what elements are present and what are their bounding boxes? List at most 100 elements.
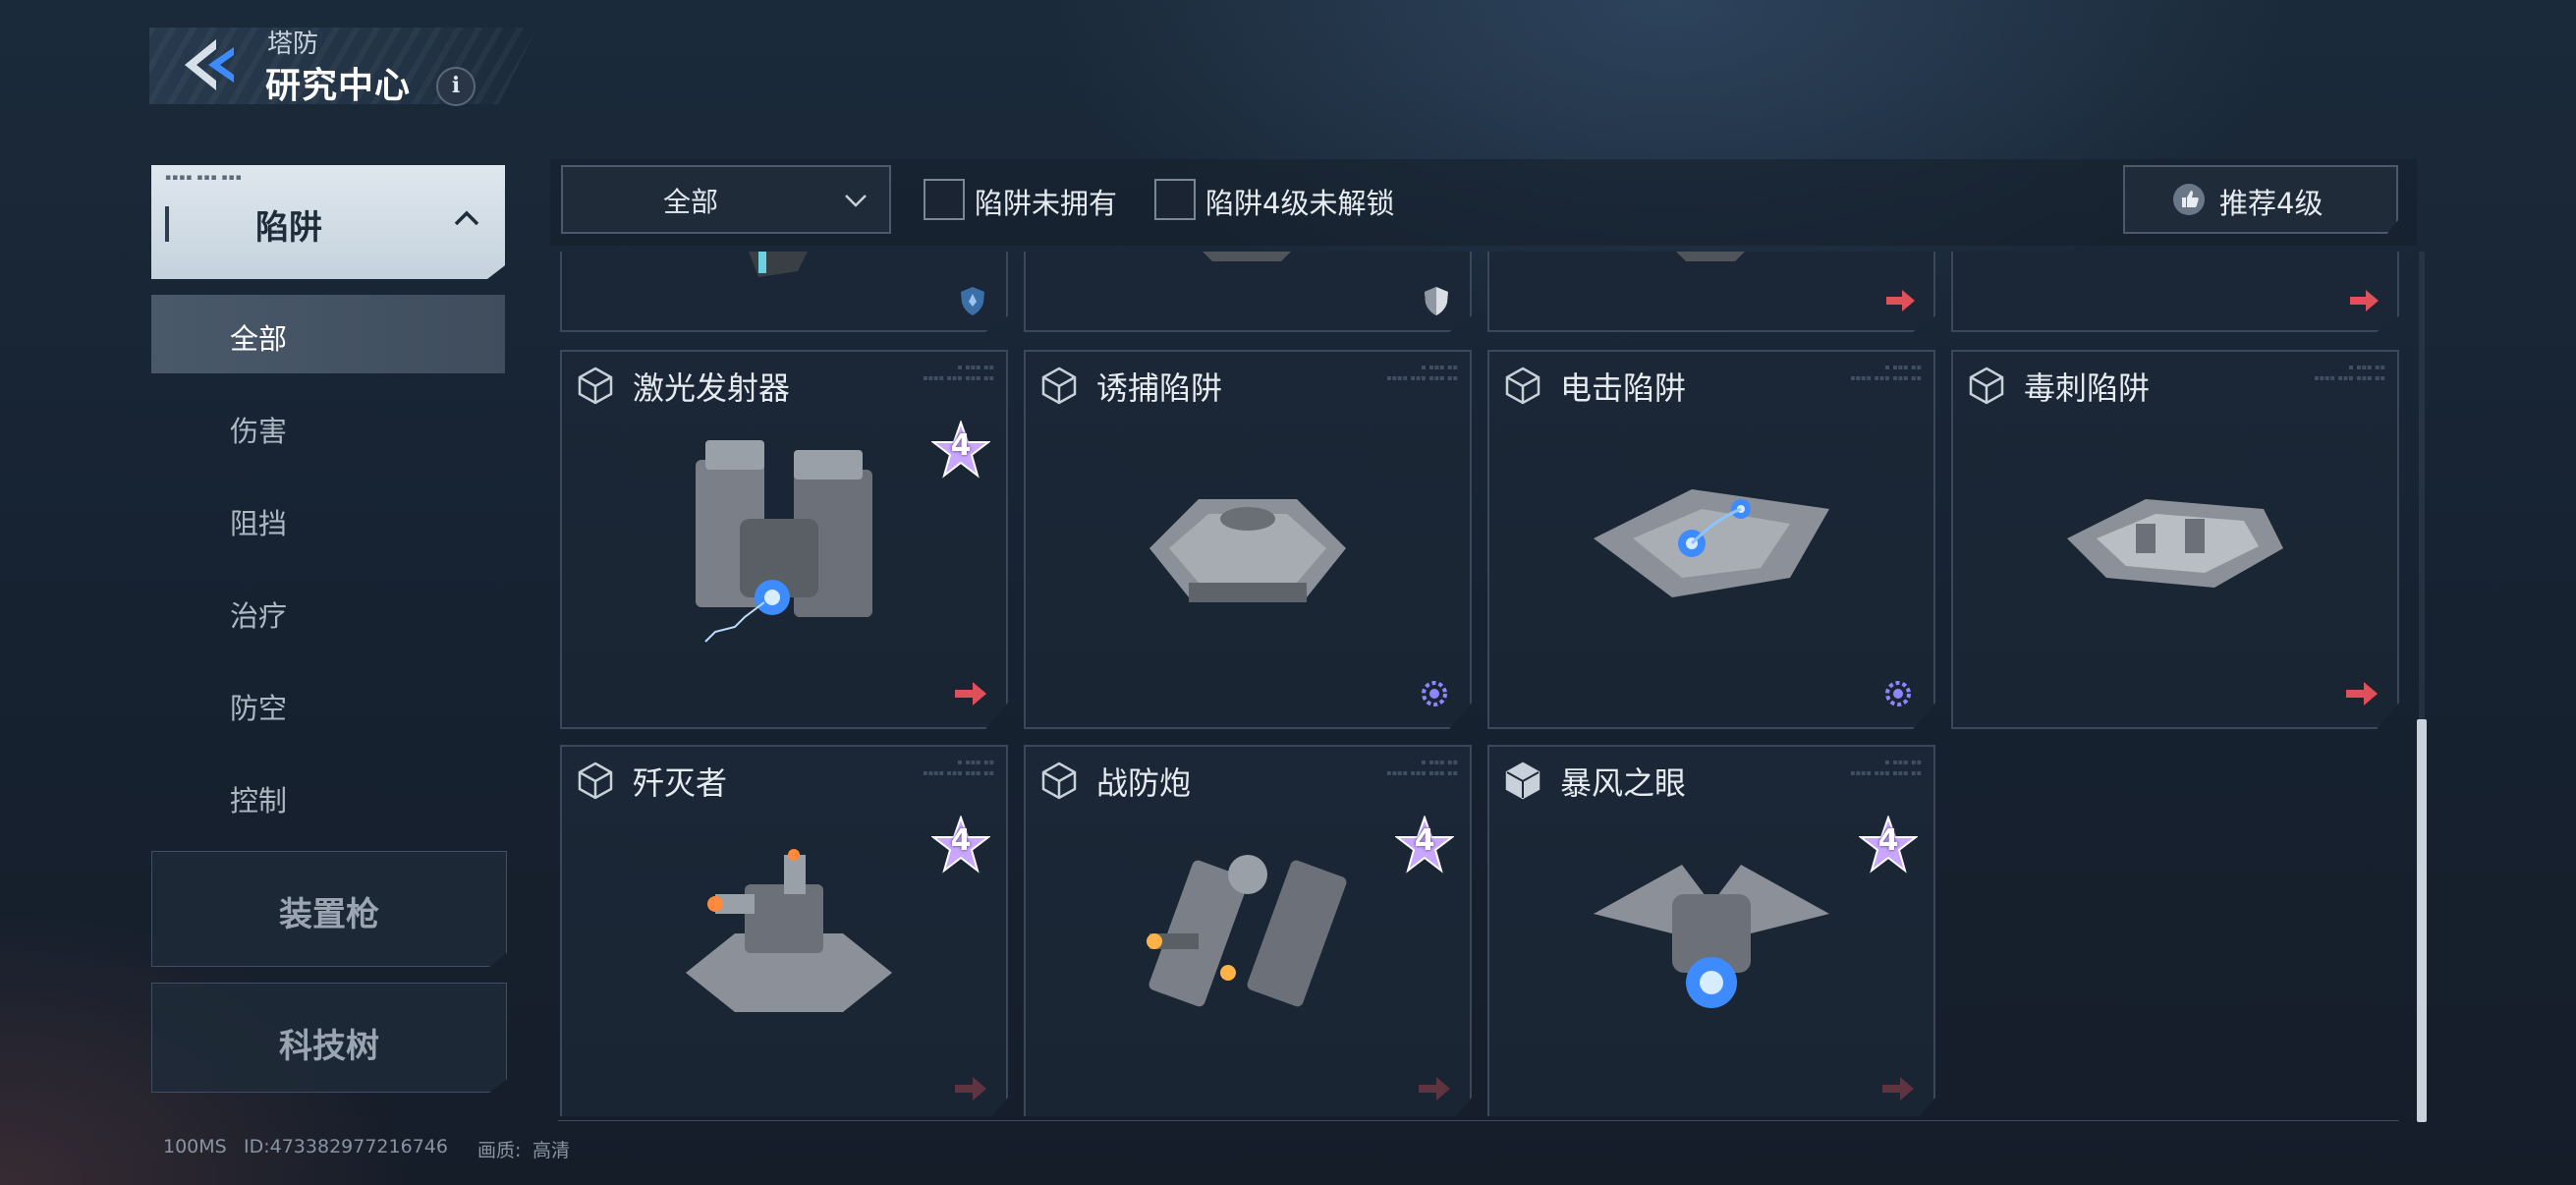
info-button[interactable]: i xyxy=(436,67,476,106)
red-arrow-icon xyxy=(1882,1077,1914,1100)
thumbs-up-icon xyxy=(2173,184,2205,215)
player-id: ID:473382977216746 xyxy=(244,1136,448,1157)
trap-card-poison[interactable]: 毒刺陷阱 ▪ ▪▪▪ ▪▪ ▪▪▪▪ ▪▪▪ ▪▪▪ ▪▪ xyxy=(1951,350,2399,729)
quality-label: 画质: xyxy=(477,1140,522,1161)
sub-item-label: 阻挡 xyxy=(230,507,288,540)
category-tech-tree[interactable]: 科技树 xyxy=(151,983,507,1093)
sub-item-damage[interactable]: 伤害 xyxy=(151,387,505,466)
red-arrow-icon xyxy=(2350,290,2379,311)
sub-item-block[interactable]: 阻挡 xyxy=(151,480,505,558)
level-number: 4 xyxy=(950,823,972,858)
trap-card-annihilator[interactable]: 歼灭者 ▪ ▪▪▪ ▪▪ ▪▪▪▪ ▪▪▪ ▪▪▪ ▪▪ 4 xyxy=(560,745,1008,1116)
back-arrow-icon xyxy=(185,39,234,90)
red-arrow-icon xyxy=(1886,290,1915,311)
card-deco: ▪ ▪▪▪ ▪▪ ▪▪▪▪ ▪▪▪ ▪▪▪ ▪▪ xyxy=(1386,758,1458,777)
card-deco: ▪ ▪▪▪ ▪▪ ▪▪▪▪ ▪▪▪ ▪▪▪ ▪▪ xyxy=(1850,363,1922,382)
sub-item-label: 控制 xyxy=(230,784,288,818)
checkbox-not-owned[interactable] xyxy=(924,179,965,220)
cube-icon-filled xyxy=(1505,762,1540,800)
cube-icon xyxy=(578,367,613,405)
red-arrow-icon xyxy=(955,682,986,705)
trap-name: 歼灭者 xyxy=(633,764,728,802)
antitank-gun-art xyxy=(1147,855,1347,1007)
trap-name: 战防炮 xyxy=(1096,764,1192,802)
cube-icon xyxy=(1041,762,1077,800)
storm-eye-art xyxy=(1594,865,1829,1008)
trap-name: 激光发射器 xyxy=(633,369,791,407)
checkbox-not-owned-label[interactable]: 陷阱未拥有 xyxy=(975,181,1117,222)
trap-art-stub xyxy=(1676,252,1745,261)
gear-icon xyxy=(1422,681,1447,706)
category-label: 科技树 xyxy=(279,1027,379,1066)
quality-value: 高清 xyxy=(532,1140,571,1161)
shield-white-icon xyxy=(1425,287,1448,315)
divider xyxy=(558,1120,2399,1121)
sub-item-control[interactable]: 控制 xyxy=(151,757,505,835)
trap-card-antitank-gun[interactable]: 战防炮 ▪ ▪▪▪ ▪▪ ▪▪▪▪ ▪▪▪ ▪▪▪ ▪▪ 4 xyxy=(1024,745,1472,1116)
partial-card[interactable] xyxy=(1487,252,1935,332)
back-button[interactable] xyxy=(177,35,246,94)
trap-art-stub xyxy=(1203,252,1291,261)
trap-card-shock[interactable]: 电击陷阱 ▪ ▪▪▪ ▪▪ ▪▪▪▪ ▪▪▪ ▪▪▪ ▪▪ xyxy=(1487,350,1935,729)
chevron-down-icon xyxy=(845,195,867,207)
trap-name: 电击陷阱 xyxy=(1560,369,1687,407)
trap-name: 暴风之眼 xyxy=(1560,764,1687,802)
ping-readout: 100MS xyxy=(163,1136,227,1157)
poison-spike-art xyxy=(2067,499,2283,588)
level-number: 4 xyxy=(1414,823,1435,858)
sub-item-label: 全部 xyxy=(230,322,288,356)
recommend-button[interactable]: 推荐4级 xyxy=(2123,165,2398,234)
trap-card-laser[interactable]: 激光发射器 ▪ ▪▪▪ ▪▪ ▪▪▪▪ ▪▪▪ ▪▪▪ ▪▪ 4 xyxy=(560,350,1008,729)
trap-name: 诱捕陷阱 xyxy=(1096,369,1223,407)
red-arrow-icon xyxy=(1419,1077,1450,1100)
partial-card[interactable] xyxy=(1951,252,2399,332)
dropdown-value: 全部 xyxy=(662,186,718,218)
category-label: 装置枪 xyxy=(279,895,379,934)
card-deco: ▪ ▪▪▪ ▪▪ ▪▪▪▪ ▪▪▪ ▪▪▪ ▪▪ xyxy=(1850,758,1922,777)
partial-card[interactable] xyxy=(560,252,1008,332)
sub-item-label: 伤害 xyxy=(230,415,288,448)
trap-art-stub xyxy=(749,252,808,277)
trap-name: 毒刺陷阱 xyxy=(2024,369,2151,407)
chevron-up-icon xyxy=(454,210,479,226)
checkbox-lv4-locked[interactable] xyxy=(1154,179,1196,220)
annihilator-art xyxy=(686,849,892,1012)
sub-item-label: 防空 xyxy=(230,692,288,725)
sub-item-label: 治疗 xyxy=(230,599,288,633)
sub-item-heal[interactable]: 治疗 xyxy=(151,572,505,650)
cube-icon xyxy=(1969,367,2004,405)
card-deco: ▪ ▪▪▪ ▪▪ ▪▪▪▪ ▪▪▪ ▪▪▪ ▪▪ xyxy=(923,363,994,382)
trap-card-snare[interactable]: 诱捕陷阱 ▪ ▪▪▪ ▪▪ ▪▪▪▪ ▪▪▪ ▪▪▪ ▪▪ xyxy=(1024,350,1472,729)
category-tiny-tag: ▪▪▪▪ ▪▪▪ ▪▪▪ xyxy=(165,173,243,183)
checkbox-lv4-locked-label[interactable]: 陷阱4级未解锁 xyxy=(1205,181,1394,222)
sub-item-all[interactable]: 全部 xyxy=(151,295,505,373)
level-number: 4 xyxy=(950,428,972,463)
scrollbar-thumb[interactable] xyxy=(2417,719,2427,1122)
gear-icon xyxy=(1885,681,1911,706)
card-deco: ▪ ▪▪▪ ▪▪ ▪▪▪▪ ▪▪▪ ▪▪▪ ▪▪ xyxy=(1386,363,1458,382)
trap-card-storm-eye[interactable]: 暴风之眼 ▪ ▪▪▪ ▪▪ ▪▪▪▪ ▪▪▪ ▪▪▪ ▪▪ 4 xyxy=(1487,745,1935,1116)
red-arrow-icon xyxy=(955,1077,986,1100)
snare-trap-art xyxy=(1149,499,1346,602)
sub-item-anti-air[interactable]: 防空 xyxy=(151,664,505,743)
shock-trap-art xyxy=(1594,489,1829,597)
category-turrets[interactable]: 装置枪 xyxy=(151,851,507,967)
header-subtitle: 塔防 xyxy=(267,29,319,59)
page-title: 研究中心 xyxy=(265,66,412,106)
cube-icon xyxy=(1041,367,1077,405)
laser-emitter-art xyxy=(696,440,872,643)
trap-grid: 激光发射器 ▪ ▪▪▪ ▪▪ ▪▪▪▪ ▪▪▪ ▪▪▪ ▪▪ 4 诱捕陷阱 ▪ ▪… xyxy=(558,252,2405,1116)
filter-dropdown[interactable]: 全部 xyxy=(561,165,891,234)
card-deco: ▪ ▪▪▪ ▪▪ ▪▪▪▪ ▪▪▪ ▪▪▪ ▪▪ xyxy=(2314,363,2385,382)
cube-icon xyxy=(578,762,613,800)
category-label: 陷阱 xyxy=(255,208,322,248)
cube-icon xyxy=(1505,367,1540,405)
category-traps[interactable]: ▪▪▪▪ ▪▪▪ ▪▪▪ 陷阱 xyxy=(151,165,505,279)
recommend-label: 推荐4级 xyxy=(2219,187,2324,220)
shield-blue-icon xyxy=(961,287,984,315)
card-deco: ▪ ▪▪▪ ▪▪ ▪▪▪▪ ▪▪▪ ▪▪▪ ▪▪ xyxy=(923,758,994,777)
level-number: 4 xyxy=(1877,823,1899,858)
red-arrow-icon xyxy=(2346,682,2378,705)
partial-card[interactable] xyxy=(1024,252,1472,332)
category-indicator xyxy=(165,206,169,242)
